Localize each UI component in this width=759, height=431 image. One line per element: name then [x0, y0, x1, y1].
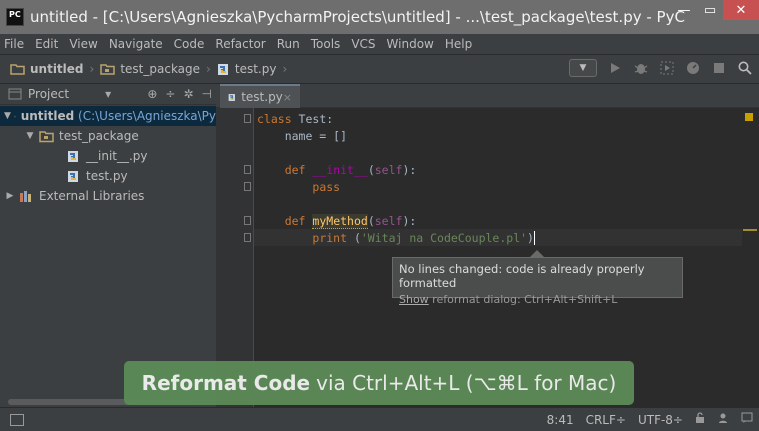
- pycharm-logo-icon: PC: [6, 8, 24, 26]
- breadcrumb-separator: ›: [89, 62, 95, 76]
- status-bar-widgets: 8:41 CRLF÷ UTF-8÷: [535, 412, 753, 427]
- project-panel-header: Project ▾ ⊕ ÷ ✲ ⊣: [0, 84, 216, 105]
- run-with-coverage-icon[interactable]: [659, 60, 675, 76]
- fold-marker-icon[interactable]: [244, 233, 251, 242]
- maximize-button[interactable]: ▭: [697, 0, 723, 20]
- title-bar: PC untitled - [C:\Users\Agnieszka\Pychar…: [0, 0, 759, 34]
- warning-stripe-mark[interactable]: [743, 229, 757, 231]
- read-only-lock-icon[interactable]: [695, 412, 705, 427]
- collapsed-arrow-icon[interactable]: ▶: [4, 191, 16, 201]
- event-log-icon[interactable]: [741, 412, 753, 427]
- python-file-icon: [228, 93, 235, 101]
- shortcut-caption-banner: Reformat Code via Ctrl+Alt+L (⌥⌘L for Ma…: [124, 361, 634, 405]
- menu-help[interactable]: Help: [445, 37, 472, 51]
- project-tree: ▼ untitled (C:\Users\Agnieszka\Py ▼ test…: [0, 105, 216, 206]
- show-reformat-dialog-link[interactable]: Show: [399, 293, 429, 306]
- profile-icon[interactable]: [685, 60, 701, 76]
- breadcrumb-file[interactable]: test.py: [217, 62, 276, 76]
- search-icon[interactable]: [737, 60, 753, 76]
- project-panel-title[interactable]: Project: [28, 87, 69, 101]
- tool-windows-toggle-icon[interactable]: [10, 413, 24, 426]
- library-icon: [20, 190, 31, 202]
- tooltip-pointer: [530, 250, 544, 257]
- tooltip-hint: Show reformat dialog: Ctrl+Alt+Shift+L: [399, 293, 618, 306]
- inspection-status-icon[interactable]: [745, 113, 753, 121]
- window-controls: — ▭ ✕: [671, 0, 759, 26]
- folder-icon: [10, 64, 25, 75]
- menu-bar: File Edit View Navigate Code Refactor Ru…: [0, 34, 759, 54]
- breadcrumb-package[interactable]: test_package: [100, 62, 200, 76]
- menu-window[interactable]: Window: [387, 37, 434, 51]
- python-file-icon: [68, 150, 78, 162]
- python-file-icon: [68, 170, 78, 182]
- package-folder-icon: [39, 130, 54, 142]
- breadcrumb-project[interactable]: untitled: [10, 62, 84, 76]
- tree-item-external-libraries[interactable]: ▶ External Libraries: [0, 186, 216, 206]
- tree-item-package[interactable]: ▼ test_package: [0, 126, 216, 146]
- tree-item-init-file[interactable]: __init__.py: [0, 146, 216, 166]
- stop-icon[interactable]: [711, 60, 727, 76]
- project-panel-tools: ⊕ ÷ ✲ ⊣: [139, 87, 212, 101]
- scroll-from-source-icon[interactable]: ⊕: [147, 87, 157, 101]
- tree-item-root-project[interactable]: ▼ untitled (C:\Users\Agnieszka\Py: [0, 106, 216, 126]
- menu-tools[interactable]: Tools: [311, 37, 341, 51]
- close-tab-icon[interactable]: ×: [283, 91, 292, 104]
- breadcrumb-separator: ›: [206, 62, 211, 76]
- file-encoding-selector[interactable]: UTF-8÷: [638, 413, 683, 427]
- caret-position[interactable]: 8:41: [547, 413, 574, 427]
- breadcrumb-separator: ›: [282, 62, 288, 76]
- reformat-notification-tooltip: No lines changed: code is already proper…: [392, 257, 683, 306]
- menu-navigate[interactable]: Navigate: [109, 37, 163, 51]
- inspections-hector-icon[interactable]: [717, 412, 729, 427]
- code-editor[interactable]: class Test: name = [] def __init__(self)…: [257, 111, 742, 247]
- fold-marker-icon[interactable]: [244, 216, 251, 225]
- caption-shortcut: via Ctrl+Alt+L (⌥⌘L for Mac): [316, 371, 617, 395]
- hide-panel-icon[interactable]: ⊣: [202, 87, 212, 101]
- navigation-bar: untitled › test_package › test.py › ▼: [0, 54, 759, 84]
- run-toolbar: ▼: [569, 59, 753, 77]
- run-icon[interactable]: [607, 60, 623, 76]
- menu-run[interactable]: Run: [277, 37, 300, 51]
- run-configuration-dropdown[interactable]: ▼: [569, 59, 597, 77]
- editor-tab-bar: test.py ×: [216, 84, 759, 108]
- menu-code[interactable]: Code: [174, 37, 205, 51]
- package-folder-icon: [100, 64, 116, 75]
- menu-view[interactable]: View: [69, 37, 97, 51]
- status-bar: 8:41 CRLF÷ UTF-8÷: [0, 407, 759, 431]
- expanded-arrow-icon[interactable]: ▼: [4, 111, 11, 121]
- settings-gear-icon[interactable]: ✲: [183, 87, 193, 101]
- line-separator-selector[interactable]: CRLF÷: [586, 413, 626, 427]
- minimize-button[interactable]: —: [671, 0, 697, 20]
- collapse-all-icon[interactable]: ÷: [165, 87, 175, 101]
- project-tool-window: Project ▾ ⊕ ÷ ✲ ⊣ ▼ untitled (C:\Users\A…: [0, 84, 216, 407]
- fold-marker-icon[interactable]: [244, 165, 251, 174]
- fold-marker-icon[interactable]: [244, 182, 251, 191]
- tab-test-py[interactable]: test.py ×: [220, 84, 300, 108]
- tooltip-message: No lines changed: code is already proper…: [399, 262, 645, 290]
- error-stripe[interactable]: [742, 108, 759, 407]
- menu-vcs[interactable]: VCS: [351, 37, 375, 51]
- caption-action: Reformat Code: [141, 371, 311, 395]
- expanded-arrow-icon[interactable]: ▼: [24, 131, 36, 141]
- folder-icon: [13, 115, 16, 117]
- menu-file[interactable]: File: [4, 37, 24, 51]
- fold-marker-icon[interactable]: [244, 114, 251, 123]
- python-file-icon: [217, 63, 228, 75]
- menu-edit[interactable]: Edit: [35, 37, 58, 51]
- tree-item-test-file[interactable]: test.py: [0, 166, 216, 186]
- window-title: untitled - [C:\Users\Agnieszka\PycharmPr…: [30, 8, 685, 26]
- debug-icon[interactable]: [633, 60, 649, 76]
- view-mode-chevron-down-icon[interactable]: ▾: [105, 87, 111, 101]
- project-view-icon: [8, 88, 22, 100]
- menu-refactor[interactable]: Refactor: [215, 37, 265, 51]
- close-window-button[interactable]: ✕: [723, 0, 759, 20]
